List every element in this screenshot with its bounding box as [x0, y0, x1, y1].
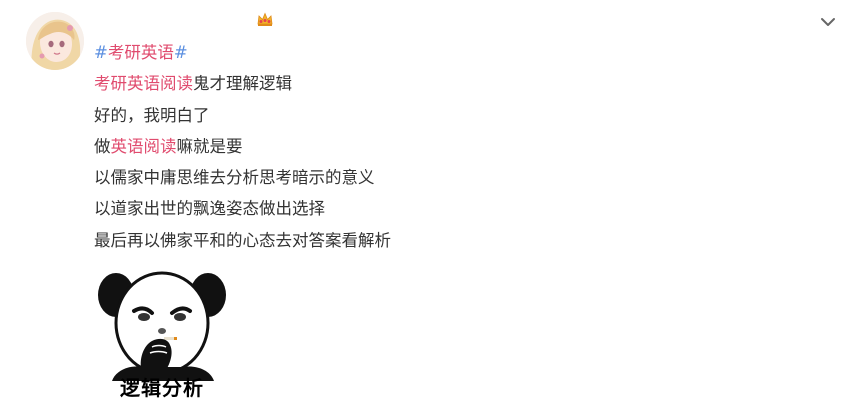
topic-line: #考研英语#	[94, 38, 814, 69]
post-line-4: 以儒家中庸思维去分析思考暗示的意义	[94, 168, 375, 188]
meme-image[interactable]: 逻辑分析	[94, 261, 230, 405]
post-body: #考研英语# 考研英语阅读鬼才理解逻辑 好的，我明白了 做英语阅读嘛就是要 以儒…	[94, 38, 814, 257]
keyword-link-kaoyan-reading[interactable]: 考研英语阅读	[94, 74, 193, 93]
panda-face-icon	[98, 271, 226, 381]
post-line-3-text: 嘛就是要	[176, 136, 243, 156]
post-line-1: 考研英语阅读鬼才理解逻辑	[94, 69, 814, 100]
post-line-3: 做英语阅读嘛就是要	[94, 132, 814, 163]
anime-avatar-image	[26, 12, 84, 70]
topic-hash-prefix: #	[94, 43, 108, 62]
post-line-6: 最后再以佛家平和的心态去对答案看解析	[94, 230, 391, 250]
keyword-link-english-reading[interactable]: 英语阅读	[111, 137, 177, 156]
post-line-5: 以道家出世的飘逸姿态做出选择	[94, 199, 325, 219]
topic-tag-link[interactable]: #考研英语#	[94, 43, 188, 62]
post-line-2: 好的，我明白了	[94, 105, 210, 125]
meme-caption: 逻辑分析	[120, 376, 204, 400]
avatar[interactable]	[26, 12, 84, 70]
topic-hash-suffix: #	[173, 43, 188, 62]
post-line-1-text: 鬼才理解逻辑	[193, 74, 292, 94]
chevron-down-icon[interactable]	[816, 10, 840, 34]
topic-text: 考研英语	[107, 43, 174, 62]
post-line-3-prefix: 做	[94, 136, 111, 156]
crown-icon	[256, 10, 274, 28]
